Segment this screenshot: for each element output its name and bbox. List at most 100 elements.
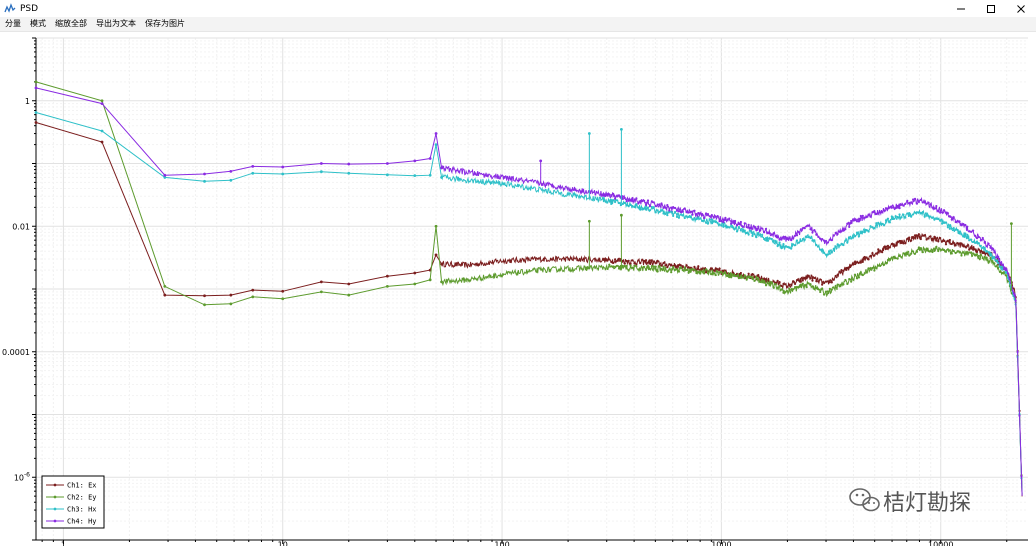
data-point bbox=[908, 201, 911, 204]
data-point bbox=[633, 264, 636, 267]
data-point bbox=[617, 201, 621, 205]
data-point bbox=[695, 271, 698, 275]
data-point bbox=[873, 210, 876, 213]
data-point bbox=[780, 288, 783, 291]
data-point bbox=[900, 241, 903, 245]
data-point bbox=[958, 220, 961, 223]
data-point bbox=[942, 248, 946, 252]
menu-export-text[interactable]: 导出为文本 bbox=[92, 17, 140, 31]
data-point bbox=[997, 261, 1000, 265]
data-point bbox=[778, 285, 781, 288]
data-point bbox=[757, 274, 760, 277]
data-point bbox=[937, 210, 940, 213]
data-point bbox=[251, 288, 255, 292]
data-point bbox=[670, 271, 673, 274]
data-point bbox=[1002, 267, 1006, 271]
menu-save-image[interactable]: 保存为图片 bbox=[141, 17, 189, 31]
data-point bbox=[884, 261, 888, 264]
data-point bbox=[251, 171, 255, 175]
data-point bbox=[925, 214, 928, 217]
y-tick-label: 0.0001 bbox=[2, 348, 30, 357]
data-point bbox=[824, 253, 828, 256]
data-point bbox=[871, 252, 874, 255]
close-button[interactable] bbox=[1006, 0, 1036, 17]
data-point bbox=[751, 273, 754, 276]
data-point bbox=[728, 275, 731, 279]
data-point bbox=[790, 239, 793, 242]
minimize-button[interactable] bbox=[946, 0, 976, 17]
data-point bbox=[873, 254, 876, 257]
maximize-button[interactable] bbox=[976, 0, 1006, 17]
data-point bbox=[768, 280, 772, 283]
data-point bbox=[805, 286, 808, 289]
data-point bbox=[664, 206, 667, 209]
data-point bbox=[921, 210, 924, 214]
data-point bbox=[869, 225, 872, 228]
data-point bbox=[650, 205, 653, 209]
data-point bbox=[788, 283, 791, 286]
data-point bbox=[942, 209, 946, 212]
data-point bbox=[803, 276, 806, 280]
data-point bbox=[807, 236, 810, 239]
data-point bbox=[803, 227, 806, 230]
data-point bbox=[681, 269, 684, 272]
data-point bbox=[919, 198, 922, 202]
data-point bbox=[606, 267, 609, 271]
psd-chart[interactable]: 1 10 100 1000 1000010.010.000110-6 Ch1: ExCh… bbox=[0, 32, 1036, 550]
psd-plot-area[interactable]: 1 10 100 1000 10000 1 0.01 0.0001 10-6 Ch1: Ex Ch… bbox=[0, 32, 1036, 550]
data-point bbox=[942, 239, 946, 243]
data-point bbox=[685, 211, 688, 214]
data-point bbox=[778, 238, 781, 241]
data-point bbox=[757, 231, 760, 235]
data-point bbox=[780, 284, 783, 287]
data-point bbox=[925, 238, 928, 241]
data-point bbox=[687, 266, 690, 269]
data-point bbox=[764, 227, 768, 230]
data-point bbox=[795, 279, 799, 282]
data-point bbox=[892, 243, 895, 246]
data-point bbox=[832, 286, 835, 289]
data-point bbox=[730, 222, 733, 225]
data-point bbox=[809, 228, 812, 231]
data-point bbox=[973, 253, 977, 256]
data-point bbox=[724, 224, 727, 227]
data-point bbox=[627, 269, 630, 272]
data-point bbox=[755, 236, 758, 239]
menu-zoom-all[interactable]: 缩放全部 bbox=[51, 17, 91, 31]
data-point bbox=[886, 244, 890, 247]
data-point bbox=[979, 253, 982, 256]
data-point bbox=[100, 102, 104, 106]
data-point bbox=[803, 238, 806, 241]
data-point bbox=[929, 203, 932, 206]
data-point bbox=[693, 209, 696, 212]
data-point bbox=[902, 204, 905, 207]
data-point bbox=[859, 214, 862, 218]
menu-component[interactable]: 分量 bbox=[1, 17, 25, 31]
data-point bbox=[689, 216, 692, 219]
data-point bbox=[741, 225, 744, 228]
data-point bbox=[944, 243, 948, 246]
maximize-icon bbox=[987, 4, 995, 13]
data-point bbox=[919, 248, 922, 251]
data-point bbox=[608, 193, 611, 196]
data-point bbox=[747, 272, 750, 275]
data-point bbox=[612, 199, 615, 202]
data-point bbox=[637, 206, 640, 209]
title-bar[interactable]: PSD bbox=[0, 0, 1036, 17]
data-point bbox=[923, 234, 926, 237]
data-point bbox=[434, 132, 438, 135]
data-point bbox=[913, 234, 917, 237]
menu-mode[interactable]: 模式 bbox=[26, 17, 50, 31]
data-point bbox=[689, 270, 692, 273]
data-point bbox=[706, 222, 710, 225]
data-point bbox=[737, 277, 741, 280]
data-point bbox=[840, 283, 843, 286]
data-point bbox=[968, 251, 971, 254]
data-point bbox=[761, 233, 764, 237]
data-point bbox=[898, 239, 901, 243]
data-point bbox=[795, 285, 799, 289]
data-point bbox=[931, 206, 934, 209]
data-point bbox=[838, 244, 841, 247]
data-point bbox=[610, 194, 613, 197]
data-point bbox=[892, 217, 895, 221]
